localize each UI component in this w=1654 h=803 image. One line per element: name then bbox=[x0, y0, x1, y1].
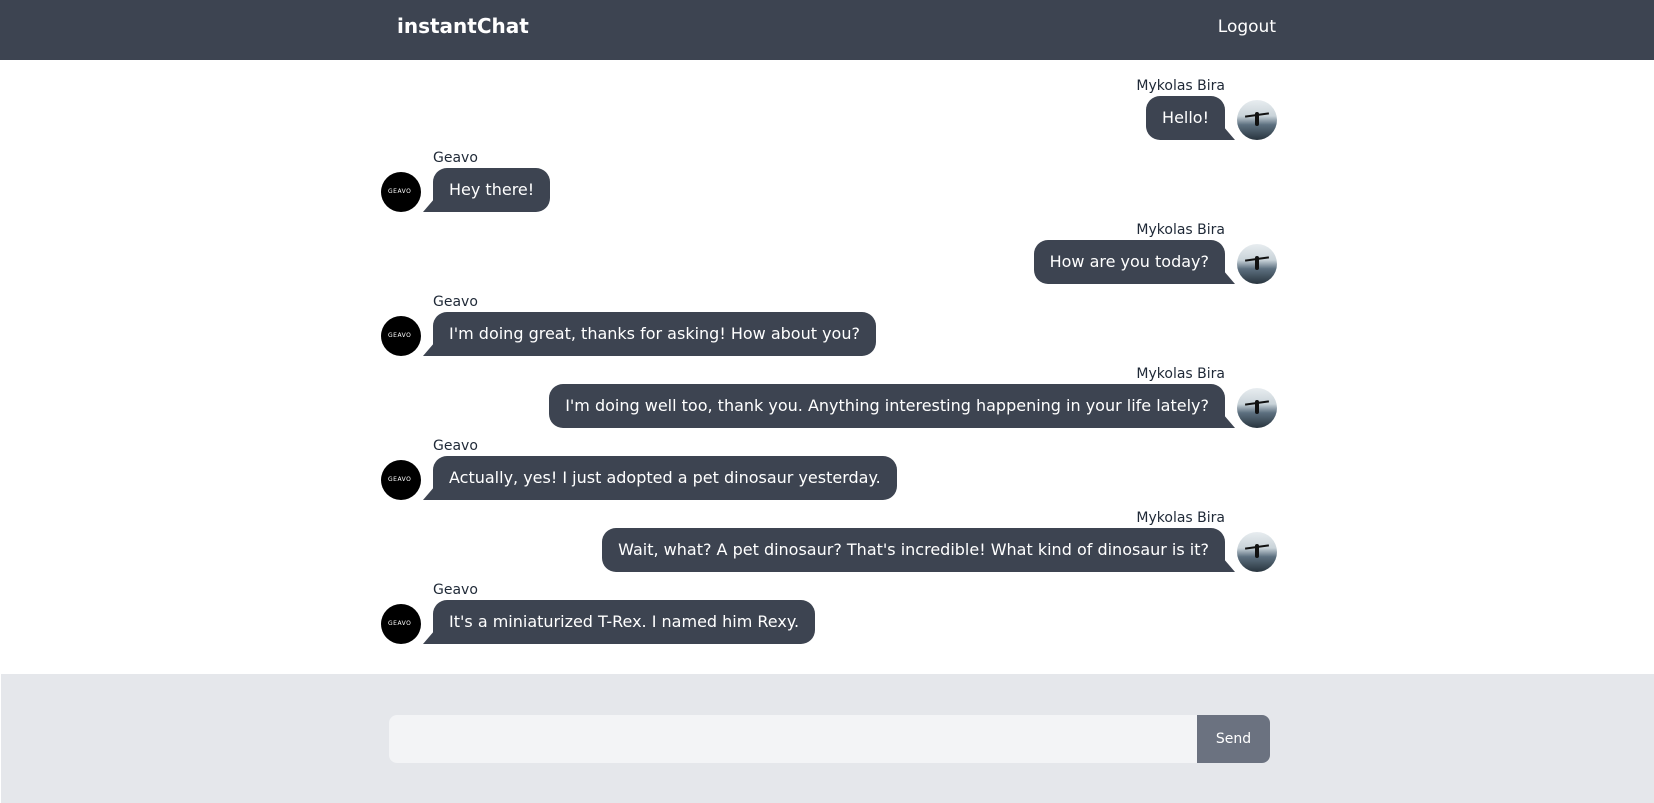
avatar: GEAVO bbox=[381, 316, 421, 356]
avatar: GEAVO bbox=[381, 460, 421, 500]
message-bubble: How are you today? bbox=[1033, 240, 1225, 284]
send-button[interactable]: Send bbox=[1197, 715, 1270, 763]
sender-name: Geavo bbox=[433, 150, 478, 166]
message-bubble: Hello! bbox=[1146, 96, 1225, 140]
avatar: GEAVO bbox=[381, 604, 421, 644]
composer: Send bbox=[389, 715, 1270, 763]
logout-link[interactable]: Logout bbox=[1218, 17, 1276, 37]
app-title: instantChat bbox=[397, 14, 529, 38]
logo-text: GEAVO bbox=[388, 476, 412, 483]
message-row: Geavo I'm doing great, thanks for asking… bbox=[381, 294, 1101, 366]
sender-name: Mykolas Bira bbox=[1136, 510, 1225, 526]
avatar bbox=[1237, 244, 1277, 284]
message-row: Geavo It's a miniaturized T-Rex. I named… bbox=[381, 582, 1101, 654]
composer-bar: Send bbox=[1, 674, 1654, 803]
logo-text: GEAVO bbox=[388, 620, 412, 627]
logo-text: GEAVO bbox=[388, 188, 412, 195]
message-bubble: I'm doing well too, thank you. Anything … bbox=[549, 384, 1225, 428]
message-bubble: I'm doing great, thanks for asking! How … bbox=[433, 312, 876, 356]
sender-name: Geavo bbox=[433, 582, 478, 598]
message-bubble: It's a miniaturized T-Rex. I named him R… bbox=[433, 600, 816, 644]
message-row: Mykolas Bira How are you today? bbox=[557, 222, 1277, 294]
sender-name: Mykolas Bira bbox=[1136, 366, 1225, 382]
message-input[interactable] bbox=[389, 715, 1197, 763]
sender-name: Geavo bbox=[433, 294, 478, 310]
sender-name: Mykolas Bira bbox=[1136, 78, 1225, 94]
message-row: Mykolas Bira Hello! bbox=[557, 78, 1277, 150]
sender-name: Geavo bbox=[433, 438, 478, 454]
avatar bbox=[1237, 532, 1277, 572]
sender-name: Mykolas Bira bbox=[1136, 222, 1225, 238]
message-row: Mykolas Bira I'm doing well too, thank y… bbox=[549, 366, 1277, 438]
message-bubble: Wait, what? A pet dinosaur? That's incre… bbox=[602, 528, 1225, 572]
avatar: GEAVO bbox=[381, 172, 421, 212]
message-list: Mykolas Bira Hello! Geavo Hey there! GEA… bbox=[1, 60, 1654, 674]
message-row: Geavo Hey there! GEAVO bbox=[381, 150, 1101, 222]
avatar bbox=[1237, 100, 1277, 140]
message-row: Geavo Actually, yes! I just adopted a pe… bbox=[381, 438, 1101, 510]
avatar bbox=[1237, 388, 1277, 428]
message-bubble: Hey there! bbox=[433, 168, 551, 212]
logo-text: GEAVO bbox=[388, 332, 412, 339]
message-bubble: Actually, yes! I just adopted a pet dino… bbox=[433, 456, 897, 500]
top-nav-bar: instantChat Logout bbox=[0, 0, 1654, 60]
message-row: Mykolas Bira Wait, what? A pet dinosaur?… bbox=[557, 510, 1277, 582]
